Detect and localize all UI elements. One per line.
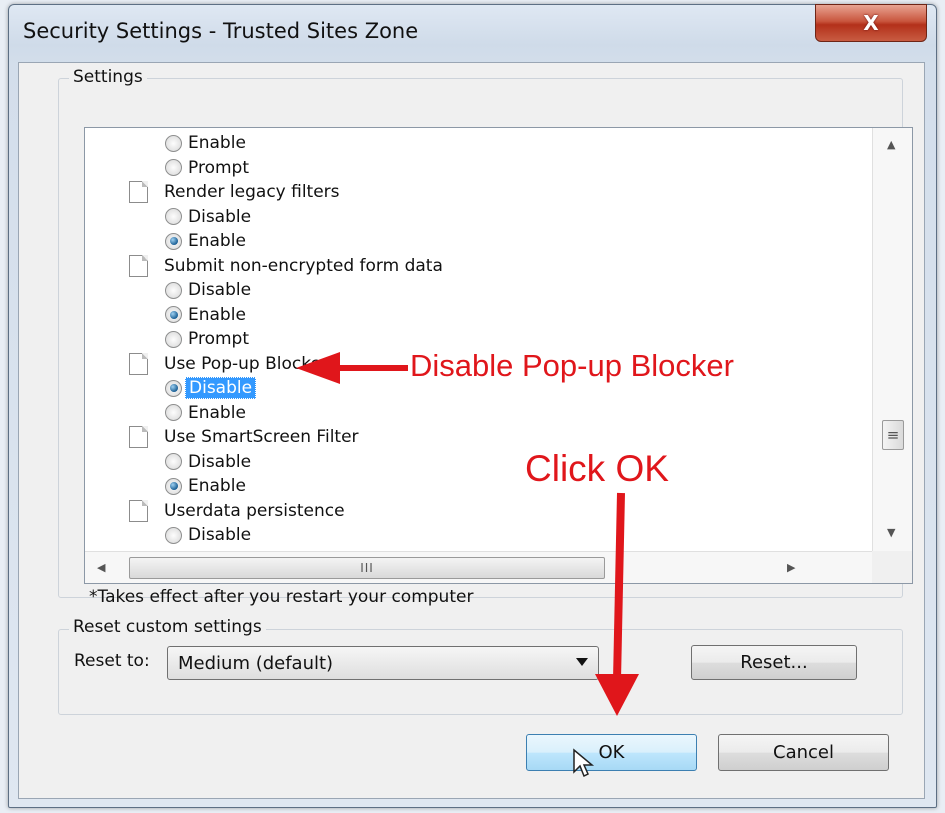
radio-option-label[interactable]: Prompt bbox=[188, 158, 249, 178]
setting-heading-label: Use Pop-up Blocker bbox=[164, 353, 328, 374]
radio-checked-icon[interactable] bbox=[165, 232, 182, 250]
security-settings-dialog: Security Settings - Trusted Sites Zone X… bbox=[8, 4, 937, 808]
setting-heading: Render legacy filters bbox=[129, 180, 340, 204]
radio-unchecked-icon[interactable] bbox=[165, 526, 182, 544]
radio-option-label[interactable]: Enable bbox=[188, 403, 246, 423]
radio-option-label[interactable]: Disable bbox=[188, 525, 251, 545]
radio-option[interactable]: Enable bbox=[165, 229, 246, 253]
radio-checked-icon[interactable] bbox=[165, 379, 182, 397]
horizontal-scrollbar[interactable]: ◀ III ▶ bbox=[85, 551, 873, 583]
click-ok-callout: Click OK bbox=[525, 448, 669, 489]
cancel-button[interactable]: Cancel bbox=[718, 734, 889, 771]
reset-group-label: Reset custom settings bbox=[69, 617, 266, 637]
setting-heading-label: Submit non-encrypted form data bbox=[164, 255, 443, 276]
radio-option[interactable]: Enable bbox=[165, 131, 246, 155]
horizontal-scroll-thumb[interactable]: III bbox=[129, 557, 605, 579]
radio-option-label[interactable]: Enable bbox=[188, 476, 246, 496]
setting-document-icon bbox=[129, 352, 148, 375]
radio-option[interactable]: Disable bbox=[165, 523, 251, 547]
vertical-scroll-thumb[interactable]: ≡ bbox=[882, 420, 904, 450]
setting-heading-label: Render legacy filters bbox=[164, 182, 340, 202]
vertical-scrollbar[interactable]: ▲ ≡ ▼ bbox=[872, 128, 912, 551]
restart-note: *Takes effect after you restart your com… bbox=[89, 587, 474, 607]
radio-option[interactable]: Prompt bbox=[165, 327, 249, 351]
settings-group: Settings Enable Prompt Render legacy filte… bbox=[58, 67, 913, 607]
radio-unchecked-icon[interactable] bbox=[165, 159, 182, 176]
radio-unchecked-icon[interactable] bbox=[165, 134, 182, 152]
ok-button[interactable]: OK bbox=[526, 734, 697, 771]
radio-option-label[interactable]: Enable bbox=[188, 231, 246, 251]
radio-checked-icon[interactable] bbox=[165, 306, 182, 323]
radio-unchecked-icon[interactable] bbox=[165, 404, 182, 421]
radio-option-label[interactable]: Disable bbox=[188, 452, 251, 472]
scroll-left-icon[interactable]: ◀ bbox=[97, 561, 105, 574]
scrollbar-corner bbox=[872, 551, 912, 583]
scroll-right-icon[interactable]: ▶ bbox=[787, 561, 795, 574]
setting-document-icon bbox=[129, 499, 148, 522]
radio-option-label[interactable]: Disable bbox=[185, 377, 257, 399]
window-title: Security Settings - Trusted Sites Zone bbox=[23, 19, 419, 43]
title-bar[interactable]: Security Settings - Trusted Sites Zone X bbox=[9, 4, 936, 63]
radio-option[interactable]: Disable bbox=[165, 450, 251, 474]
scroll-down-icon[interactable]: ▼ bbox=[887, 526, 895, 539]
dialog-client-area: Settings Enable Prompt Render legacy filte… bbox=[18, 62, 925, 799]
reset-button[interactable]: Reset... bbox=[691, 645, 857, 680]
radio-option[interactable]: Disable bbox=[165, 376, 257, 400]
radio-option[interactable]: Enable bbox=[165, 401, 246, 425]
setting-heading: Userdata persistence bbox=[129, 499, 345, 523]
reset-to-value: Medium (default) bbox=[178, 652, 334, 674]
close-icon: X bbox=[863, 11, 879, 35]
radio-option-label[interactable]: Enable bbox=[188, 133, 246, 153]
radio-option-label[interactable]: Disable bbox=[188, 207, 251, 227]
setting-document-icon bbox=[129, 181, 148, 203]
setting-heading: Use SmartScreen Filter bbox=[129, 425, 359, 449]
scroll-up-icon[interactable]: ▲ bbox=[887, 138, 895, 151]
radio-unchecked-icon[interactable] bbox=[165, 330, 182, 348]
radio-option-label[interactable]: Disable bbox=[188, 280, 251, 300]
reset-to-dropdown[interactable]: Medium (default) bbox=[167, 646, 599, 680]
radio-option[interactable]: Enable bbox=[165, 303, 246, 327]
mouse-cursor-icon bbox=[573, 748, 595, 778]
setting-heading: Use Pop-up Blocker bbox=[129, 352, 328, 376]
chevron-down-icon bbox=[576, 658, 588, 666]
disable-popup-blocker-callout: Disable Pop-up Blocker bbox=[410, 348, 734, 383]
radio-option-label[interactable]: Enable bbox=[188, 305, 246, 325]
radio-option[interactable]: Prompt bbox=[165, 156, 249, 180]
radio-checked-icon[interactable] bbox=[165, 477, 182, 495]
radio-option[interactable]: Disable bbox=[165, 278, 251, 302]
setting-heading-label: Userdata persistence bbox=[164, 500, 345, 521]
setting-document-icon bbox=[129, 426, 148, 448]
radio-option[interactable]: Disable bbox=[165, 205, 251, 229]
radio-unchecked-icon[interactable] bbox=[165, 453, 182, 470]
radio-option[interactable]: Enable bbox=[165, 474, 246, 498]
close-button[interactable]: X bbox=[815, 4, 927, 42]
setting-heading-label: Use SmartScreen Filter bbox=[164, 427, 359, 447]
settings-group-label: Settings bbox=[69, 67, 147, 87]
setting-heading: Submit non-encrypted form data bbox=[129, 254, 443, 278]
radio-option-label[interactable]: Prompt bbox=[188, 329, 249, 349]
radio-unchecked-icon[interactable] bbox=[165, 281, 182, 299]
setting-document-icon bbox=[129, 254, 148, 277]
reset-to-label: Reset to: bbox=[74, 651, 150, 671]
radio-unchecked-icon[interactable] bbox=[165, 208, 182, 225]
